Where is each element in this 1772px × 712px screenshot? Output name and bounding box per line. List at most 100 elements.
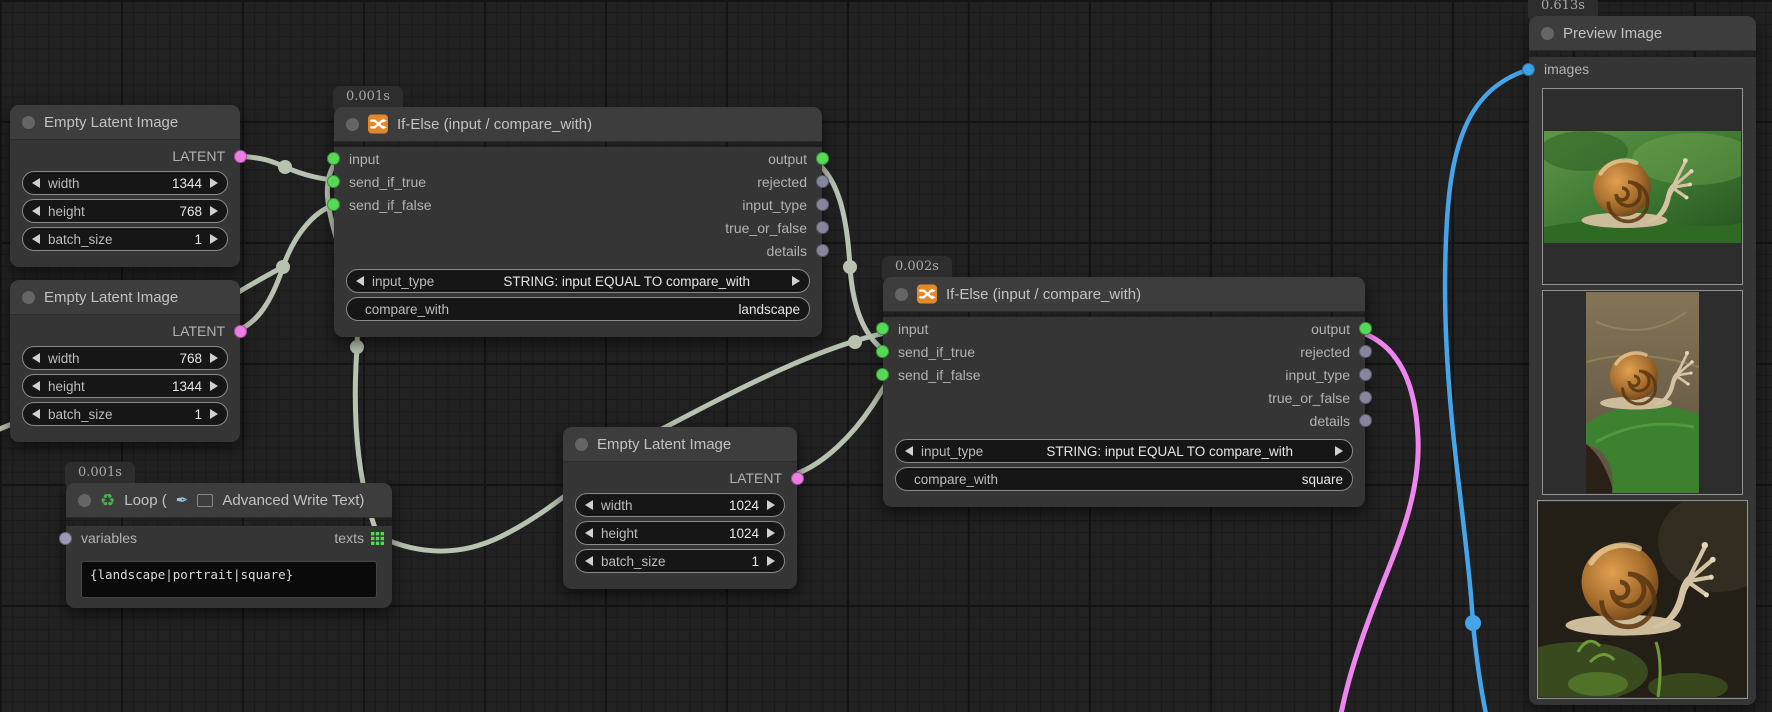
decrement-arrow-icon[interactable] (32, 206, 40, 216)
increment-arrow-icon[interactable] (210, 353, 218, 363)
node-title-bar[interactable]: Preview Image (1529, 16, 1756, 51)
decrement-arrow-icon[interactable] (585, 556, 593, 566)
collapse-dot-icon[interactable] (78, 494, 91, 507)
input-type-combo[interactable]: input_type STRING: input EQUAL TO compar… (346, 269, 810, 293)
output-label: LATENT (729, 470, 782, 486)
true-or-false-port[interactable] (1359, 391, 1372, 404)
details-port[interactable] (816, 244, 829, 257)
node-title: Empty Latent Image (44, 114, 178, 131)
preview-image-2 (1542, 290, 1743, 495)
node-loop-advanced-write-text[interactable]: 0.001s ♻ Loop ( ✒ Advanced Write Text) v… (66, 483, 392, 608)
collapse-dot-icon[interactable] (1541, 27, 1554, 40)
combo-prev-arrow-icon[interactable] (905, 446, 913, 456)
decrement-arrow-icon[interactable] (32, 353, 40, 363)
decrement-arrow-icon[interactable] (32, 178, 40, 188)
reroute-dot[interactable] (848, 335, 862, 349)
node-title-suffix: Advanced Write Text) (222, 492, 364, 509)
shuffle-icon (917, 284, 937, 304)
node-title-bar[interactable]: ♻ Loop ( ✒ Advanced Write Text) (66, 483, 392, 518)
node-title: Empty Latent Image (44, 289, 178, 306)
rejected-port[interactable] (1359, 345, 1372, 358)
input-type-combo[interactable]: input_type STRING: input EQUAL TO compar… (895, 439, 1353, 463)
output-port[interactable] (1359, 322, 1372, 335)
node-title: Preview Image (1563, 25, 1662, 42)
variables-input-port[interactable] (59, 532, 72, 545)
reroute-dot[interactable] (278, 160, 292, 174)
send-if-true-port[interactable] (327, 175, 340, 188)
reroute-dot[interactable] (843, 260, 857, 274)
compare-with-field[interactable]: compare_with square (895, 467, 1353, 491)
input-type-port[interactable] (1359, 368, 1372, 381)
combo-next-arrow-icon[interactable] (1335, 446, 1343, 456)
node-title-prefix: Loop ( (124, 492, 167, 509)
decrement-arrow-icon[interactable] (32, 409, 40, 419)
node-if-else-1[interactable]: 0.001s If-Else (input / compare_with) in… (334, 107, 822, 337)
text-input-area[interactable]: {landscape|portrait|square} (81, 561, 377, 598)
increment-arrow-icon[interactable] (210, 178, 218, 188)
increment-arrow-icon[interactable] (767, 500, 775, 510)
increment-arrow-icon[interactable] (767, 528, 775, 538)
send-if-false-port[interactable] (876, 368, 889, 381)
increment-arrow-icon[interactable] (210, 381, 218, 391)
collapse-dot-icon[interactable] (22, 116, 35, 129)
increment-arrow-icon[interactable] (210, 206, 218, 216)
wire-blue-images (1445, 68, 1534, 712)
increment-arrow-icon[interactable] (210, 234, 218, 244)
collapse-dot-icon[interactable] (895, 288, 908, 301)
decrement-arrow-icon[interactable] (32, 234, 40, 244)
node-title-bar[interactable]: Empty Latent Image (563, 427, 797, 462)
input-type-port[interactable] (816, 198, 829, 211)
output-label: LATENT (172, 323, 225, 339)
input-port[interactable] (327, 152, 340, 165)
images-input-port[interactable] (1522, 63, 1535, 76)
width-widget[interactable]: width 1344 (22, 171, 228, 195)
input-port[interactable] (876, 322, 889, 335)
node-graph-canvas[interactable]: Empty Latent Image LATENT width 1344 hei… (0, 0, 1772, 712)
send-if-false-port[interactable] (327, 198, 340, 211)
height-widget[interactable]: height 1344 (22, 374, 228, 398)
reroute-dot[interactable] (276, 260, 290, 274)
batch-size-widget[interactable]: batch_size 1 (22, 227, 228, 251)
node-title-bar[interactable]: Empty Latent Image (10, 105, 240, 140)
pen-icon: ✒ (176, 493, 189, 508)
height-widget[interactable]: height 768 (22, 199, 228, 223)
rejected-port[interactable] (816, 175, 829, 188)
compare-with-field[interactable]: compare_with landscape (346, 297, 810, 321)
combo-next-arrow-icon[interactable] (792, 276, 800, 286)
node-title-bar[interactable]: If-Else (input / compare_with) (883, 277, 1365, 312)
frame-icon (197, 494, 213, 507)
wire-latent-center-to-send-if-false-right (786, 379, 890, 477)
batch-size-widget[interactable]: batch_size 1 (575, 549, 785, 573)
increment-arrow-icon[interactable] (210, 409, 218, 419)
send-if-true-port[interactable] (876, 345, 889, 358)
decrement-arrow-icon[interactable] (585, 528, 593, 538)
height-widget[interactable]: height 1024 (575, 521, 785, 545)
latent-output-port[interactable] (234, 325, 247, 338)
details-port[interactable] (1359, 414, 1372, 427)
grid-3x3-texts-port[interactable] (371, 532, 384, 545)
batch-size-widget[interactable]: batch_size 1 (22, 402, 228, 426)
decrement-arrow-icon[interactable] (585, 500, 593, 510)
node-title-bar[interactable]: If-Else (input / compare_with) (334, 107, 822, 142)
node-preview-image[interactable]: 0.613s Preview Image images (1529, 16, 1756, 705)
node-empty-latent-image-3[interactable]: Empty Latent Image LATENT width 1024 hei… (563, 427, 797, 589)
node-if-else-2[interactable]: 0.002s If-Else (input / compare_with) in… (883, 277, 1365, 507)
width-widget[interactable]: width 768 (22, 346, 228, 370)
collapse-dot-icon[interactable] (346, 118, 359, 131)
true-or-false-port[interactable] (816, 221, 829, 234)
output-port[interactable] (816, 152, 829, 165)
collapse-dot-icon[interactable] (575, 438, 588, 451)
node-title: If-Else (input / compare_with) (946, 286, 1141, 303)
latent-output-port[interactable] (791, 472, 804, 485)
increment-arrow-icon[interactable] (767, 556, 775, 566)
node-title-bar[interactable]: Empty Latent Image (10, 280, 240, 315)
decrement-arrow-icon[interactable] (32, 381, 40, 391)
width-widget[interactable]: width 1024 (575, 493, 785, 517)
node-empty-latent-image-2[interactable]: Empty Latent Image LATENT width 768 heig… (10, 280, 240, 442)
node-empty-latent-image-1[interactable]: Empty Latent Image LATENT width 1344 hei… (10, 105, 240, 267)
collapse-dot-icon[interactable] (22, 291, 35, 304)
latent-output-port[interactable] (234, 150, 247, 163)
reroute-dot-blue[interactable] (1465, 615, 1481, 631)
reroute-dot[interactable] (350, 340, 364, 354)
combo-prev-arrow-icon[interactable] (356, 276, 364, 286)
